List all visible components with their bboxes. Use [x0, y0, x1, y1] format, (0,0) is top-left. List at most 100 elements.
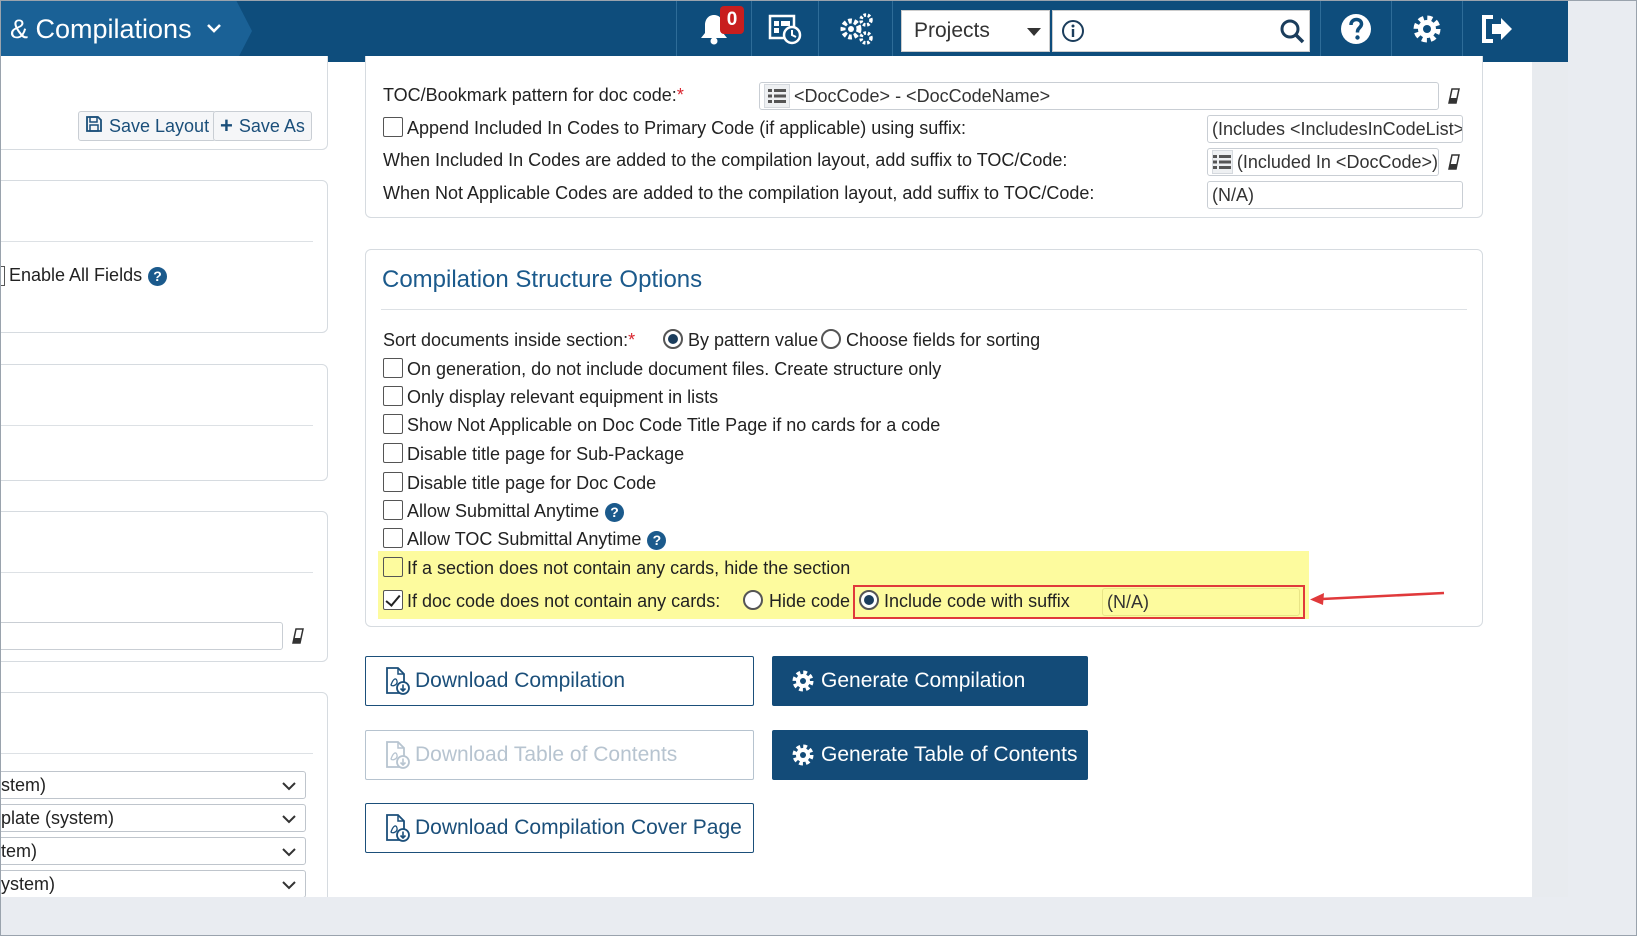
not-applicable-value: (N/A) — [1212, 184, 1254, 205]
template-select-2[interactable]: plate (system) — [0, 804, 306, 832]
module-title[interactable]: & Compilations — [10, 14, 192, 45]
show-not-applicable-label: Show Not Applicable on Doc Code Title Pa… — [407, 415, 941, 435]
generate-compilation-button[interactable]: Generate Compilation — [772, 656, 1088, 706]
plus-icon: + — [220, 113, 233, 138]
gear-icon — [1411, 13, 1443, 50]
enable-all-fields-checkbox[interactable] — [0, 266, 5, 286]
divider — [892, 0, 893, 62]
template-select-4[interactable]: ystem) — [0, 870, 306, 897]
divider — [381, 309, 1467, 310]
not-applicable-input[interactable]: (N/A) — [1207, 181, 1463, 209]
dashboard-schedule-button[interactable] — [752, 0, 818, 62]
allow-toc-submittal-checkbox[interactable] — [383, 528, 403, 548]
empty-doccode-label: If doc code does not contain any cards: — [407, 591, 721, 611]
disable-doccode-title-checkbox[interactable] — [383, 472, 403, 492]
annotation-arrow-icon — [1310, 591, 1445, 605]
no-document-files-label: On generation, do not include document f… — [407, 359, 942, 379]
help-icon[interactable]: ? — [605, 502, 625, 522]
help-icon[interactable]: ? — [148, 266, 168, 286]
projects-dropdown[interactable]: Projects — [901, 10, 1050, 52]
select-value: stem) — [1, 774, 46, 795]
chevron-down-icon — [282, 782, 296, 791]
hide-code-radio[interactable] — [743, 590, 763, 610]
append-included-input[interactable]: (Includes <IncludesInCodeList>) — [1207, 115, 1463, 143]
calendar-clock-icon — [768, 13, 802, 50]
included-in-label: When Included In Codes are added to the … — [383, 150, 1068, 170]
search-icon[interactable] — [1279, 18, 1305, 49]
required-asterisk: * — [628, 330, 636, 350]
page: & Compilations 0 Projects Save Layout + … — [0, 0, 1637, 936]
relevant-equipment-checkbox[interactable] — [383, 386, 403, 406]
chevron-down-icon[interactable] — [206, 20, 222, 41]
toc-pattern-input[interactable]: <DocCode> - <DocCodeName> — [759, 82, 1439, 110]
info-icon[interactable] — [1061, 19, 1085, 48]
select-value: ystem) — [1, 873, 55, 894]
divider — [0, 425, 313, 426]
eraser-icon[interactable] — [1448, 154, 1460, 170]
save-as-button[interactable]: + Save As — [213, 111, 312, 141]
admin-settings-button[interactable] — [819, 0, 892, 62]
generate-compilation-label: Generate Compilation — [821, 669, 1026, 692]
toc-pattern-value: <DocCode> - <DocCodeName> — [794, 85, 1051, 106]
search-input[interactable] — [1052, 10, 1310, 52]
eraser-icon[interactable] — [1448, 88, 1460, 104]
sort-choose-fields-label: Choose fields for sorting — [846, 330, 1041, 350]
list-icon[interactable] — [764, 84, 790, 108]
append-included-value: (Includes <IncludesInCodeList>) — [1212, 118, 1463, 139]
app-window: & Compilations 0 Projects Save Layout + … — [0, 0, 1568, 897]
left-text-input[interactable] — [0, 622, 283, 650]
disable-subpackage-title-checkbox[interactable] — [383, 443, 403, 463]
download-toc-label: Download Table of Contents — [415, 743, 678, 766]
append-included-label: Append Included In Codes to Primary Code… — [407, 118, 966, 138]
allow-submittal-text: Allow Submittal Anytime — [407, 501, 600, 521]
settings-button[interactable] — [1392, 0, 1462, 62]
template-select-1[interactable]: stem) — [0, 771, 306, 799]
enable-all-fields-label: Enable All Fields? — [9, 265, 168, 286]
divider — [0, 753, 313, 754]
divider — [0, 572, 313, 573]
template-select-3[interactable]: tem) — [0, 837, 306, 865]
show-not-applicable-checkbox[interactable] — [383, 414, 403, 434]
disable-subpackage-title-label: Disable title page for Sub-Package — [407, 444, 685, 464]
empty-doccode-checkbox[interactable] — [383, 590, 403, 610]
included-in-input[interactable]: (Included In <DocCode>) — [1207, 148, 1439, 176]
left-card — [0, 364, 328, 481]
download-cover-page-button[interactable]: Download Compilation Cover Page — [365, 803, 754, 853]
save-as-label: Save As — [238, 115, 305, 136]
sort-choose-fields-radio[interactable] — [821, 329, 841, 349]
pdf-download-icon — [383, 666, 411, 696]
top-bar: & Compilations 0 Projects — [0, 0, 1568, 62]
scrollbar[interactable] — [1532, 62, 1568, 897]
sort-label: Sort documents inside section:* — [383, 330, 635, 351]
not-applicable-label: When Not Applicable Codes are added to t… — [383, 183, 1095, 203]
logout-button[interactable] — [1463, 0, 1531, 62]
allow-submittal-checkbox[interactable] — [383, 500, 403, 520]
sign-out-icon — [1480, 14, 1514, 49]
pdf-download-icon — [383, 740, 411, 770]
help-icon[interactable]: ? — [647, 530, 667, 550]
allow-submittal-label: Allow Submittal Anytime? — [407, 501, 625, 522]
download-compilation-button[interactable]: Download Compilation — [365, 656, 754, 706]
gear-icon — [789, 666, 817, 696]
download-compilation-label: Download Compilation — [415, 669, 626, 692]
required-asterisk: * — [676, 85, 684, 105]
no-document-files-checkbox[interactable] — [383, 358, 403, 378]
floppy-disk-icon — [85, 115, 103, 138]
download-toc-button[interactable]: Download Table of Contents — [365, 730, 754, 780]
toc-pattern-text: TOC/Bookmark pattern for doc code: — [383, 85, 677, 105]
structure-options-title: Compilation Structure Options — [382, 266, 703, 293]
allow-toc-submittal-text: Allow TOC Submittal Anytime — [407, 529, 642, 549]
annotation-red-box — [853, 585, 1305, 619]
save-layout-button[interactable]: Save Layout — [78, 111, 217, 141]
eraser-icon[interactable] — [292, 628, 304, 644]
divider — [0, 241, 313, 242]
list-icon[interactable] — [1212, 150, 1233, 174]
append-included-checkbox[interactable] — [383, 117, 403, 137]
help-button[interactable] — [1321, 0, 1391, 62]
hide-empty-section-checkbox[interactable] — [383, 557, 403, 577]
notification-count-badge: 0 — [720, 6, 744, 34]
sort-by-pattern-radio[interactable] — [663, 329, 683, 349]
generate-toc-button[interactable]: Generate Table of Contents — [772, 730, 1088, 780]
select-value: plate (system) — [1, 807, 115, 828]
generate-toc-label: Generate Table of Contents — [821, 743, 1078, 766]
